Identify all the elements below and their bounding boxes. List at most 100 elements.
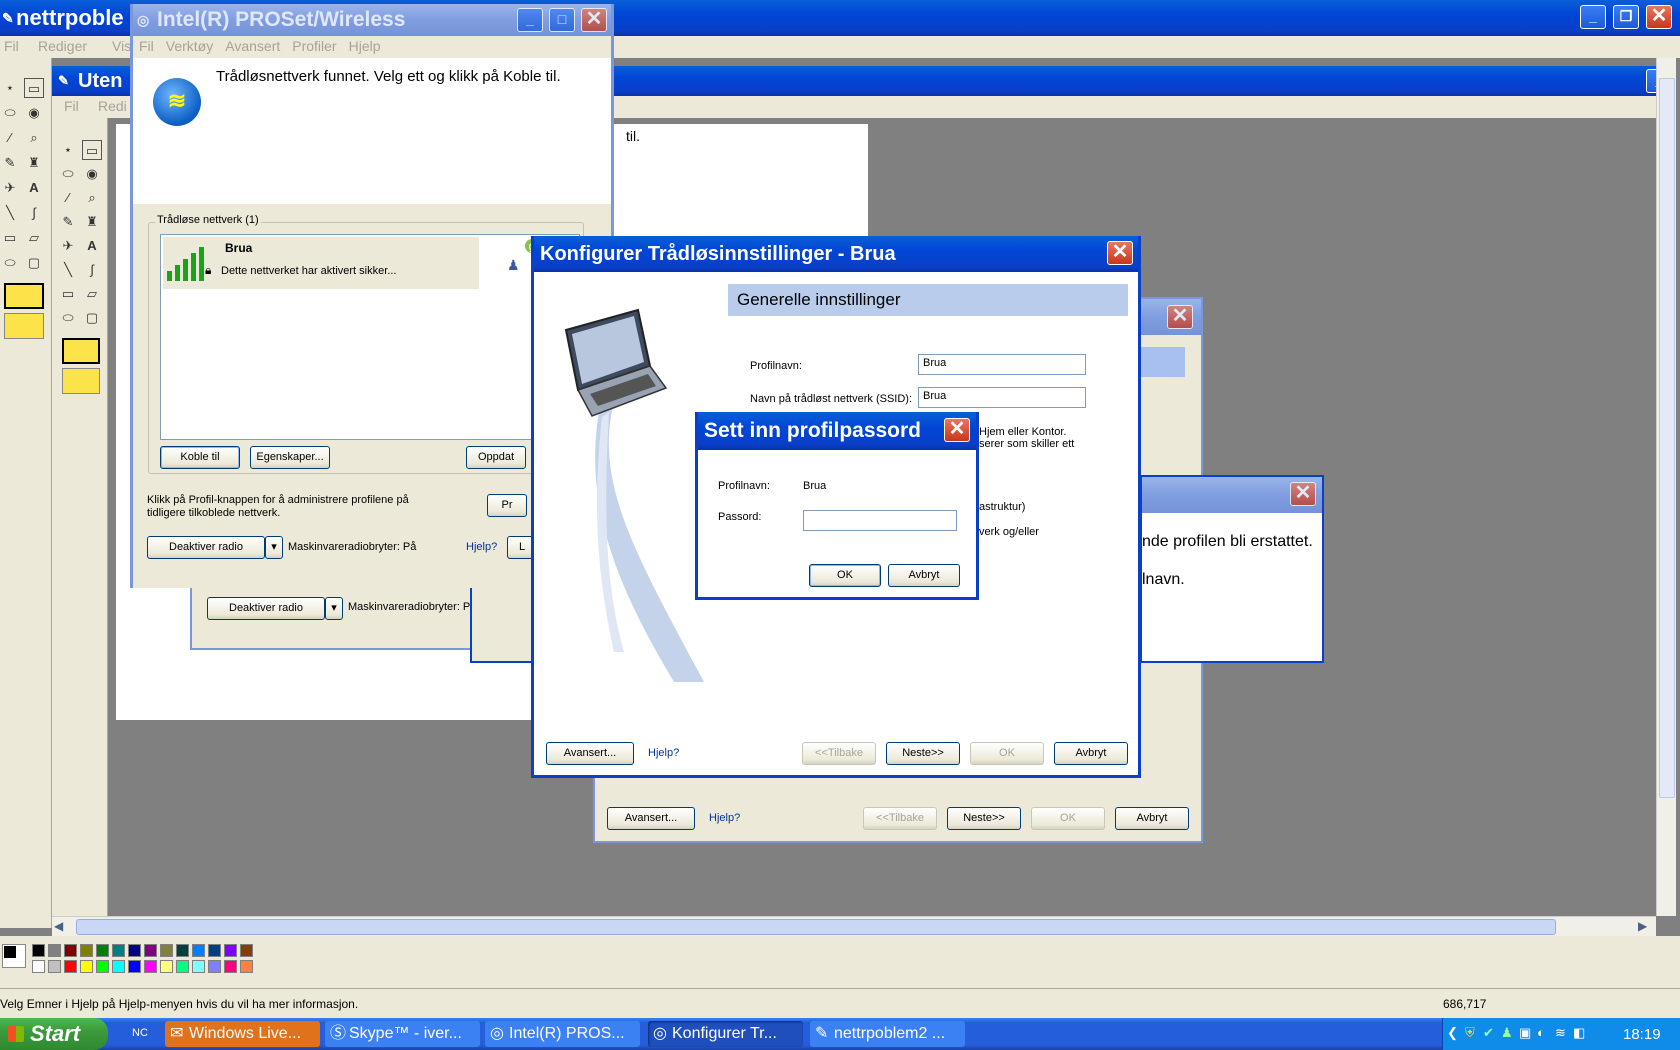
proset-close-button[interactable]: ✕: [581, 8, 607, 32]
behind-radio-button[interactable]: Deaktiver radio: [207, 597, 325, 620]
proset-maximize-button[interactable]: □: [549, 8, 575, 32]
free-select-icon[interactable]: ⋆: [58, 140, 78, 160]
rectangle-icon[interactable]: ▭: [58, 284, 78, 304]
disable-radio-dropdown[interactable]: ▾: [265, 536, 283, 559]
nc-tray[interactable]: NC: [132, 1027, 148, 1039]
config2-cancel-button[interactable]: Avbryt: [1115, 807, 1189, 830]
ssid-input[interactable]: Brua: [918, 387, 1086, 408]
config-next-button[interactable]: Neste>>: [886, 742, 960, 765]
profiles-button[interactable]: Pr: [487, 494, 527, 517]
palette-swatch[interactable]: [224, 944, 237, 957]
palette-swatch[interactable]: [176, 944, 189, 957]
palette-swatch[interactable]: [80, 944, 93, 957]
vertical-scrollbar[interactable]: [1656, 58, 1676, 916]
message-titlebar[interactable]: ✕: [1142, 477, 1322, 513]
tray-messenger-icon[interactable]: ♟: [1501, 1025, 1513, 1041]
tray-wifi-icon[interactable]: ≋: [1555, 1025, 1566, 1041]
transparency-clear-icon[interactable]: [4, 313, 44, 339]
config-cancel-button[interactable]: Avbryt: [1054, 742, 1128, 765]
password-close-button[interactable]: ✕: [944, 418, 970, 442]
proset-minimize-button[interactable]: _: [517, 8, 543, 32]
palette-swatch[interactable]: [96, 944, 109, 957]
proset-menu-avansert[interactable]: Avansert: [219, 36, 286, 56]
rectangle-icon[interactable]: ▭: [0, 228, 20, 248]
paint2-minimize-button[interactable]: _: [1646, 69, 1656, 93]
paint2-menu-rediger[interactable]: Redi: [98, 98, 127, 114]
profile-name-input[interactable]: Brua: [918, 354, 1086, 375]
scroll-thumb-v[interactable]: [1659, 78, 1675, 798]
line-icon[interactable]: ╲: [58, 260, 78, 280]
config2-ok-button[interactable]: OK: [1031, 807, 1105, 830]
paint2-menu-fil[interactable]: Fil: [64, 98, 79, 114]
task-windows-live[interactable]: ✉ Windows Live...: [165, 1021, 320, 1047]
ellipse-icon[interactable]: ⬭: [0, 253, 20, 273]
config-advanced-button[interactable]: Avansert...: [546, 742, 634, 765]
palette-swatch[interactable]: [128, 944, 141, 957]
curve-icon[interactable]: ∫: [82, 260, 102, 280]
palette-swatch[interactable]: [144, 960, 157, 973]
proset-menu-profiler[interactable]: Profiler: [286, 36, 342, 56]
rounded-rect-icon[interactable]: ▢: [82, 308, 102, 328]
task-konfigurer[interactable]: ◎ Konfigurer Tr...: [648, 1021, 803, 1047]
config2-advanced-button[interactable]: Avansert...: [607, 807, 695, 830]
scroll-left-icon[interactable]: ◀: [54, 919, 63, 933]
palette-swatch[interactable]: [112, 960, 125, 973]
config2-next-button[interactable]: Neste>>: [947, 807, 1021, 830]
menu-vis[interactable]: Vis: [112, 38, 131, 54]
proset-menu-hjelp[interactable]: Hjelp: [343, 36, 387, 56]
magnifier-icon[interactable]: ⌕: [82, 188, 102, 208]
transparency-opaque-icon[interactable]: [62, 338, 100, 364]
palette-swatch[interactable]: [64, 960, 77, 973]
pencil-icon[interactable]: ✎: [0, 153, 20, 173]
palette-swatch[interactable]: [144, 944, 157, 957]
palette-swatch[interactable]: [48, 960, 61, 973]
picker-icon[interactable]: ⁄: [58, 188, 78, 208]
fill-icon[interactable]: ◉: [24, 103, 44, 123]
menu-fil[interactable]: Fil: [4, 38, 19, 54]
text-icon[interactable]: A: [24, 178, 44, 198]
config2-close-button[interactable]: ✕: [1167, 305, 1193, 329]
picker-icon[interactable]: ⁄: [0, 128, 20, 148]
connect-button[interactable]: Koble til: [160, 446, 240, 469]
curve-icon[interactable]: ∫: [24, 203, 44, 223]
palette-swatch[interactable]: [208, 944, 221, 957]
config-back-button[interactable]: <<Tilbake: [802, 742, 876, 765]
config-close-button[interactable]: ✕: [1107, 241, 1133, 265]
transparency-opaque-icon[interactable]: [4, 283, 44, 309]
tray-speed-icon[interactable]: ◐: [1537, 1025, 1545, 1040]
palette-swatch[interactable]: [208, 960, 221, 973]
config-ok-button[interactable]: OK: [970, 742, 1044, 765]
tray-security-icon[interactable]: ✔: [1483, 1025, 1494, 1041]
palette-swatch[interactable]: [192, 944, 205, 957]
magnifier-icon[interactable]: ⌕: [24, 128, 44, 148]
task-paint[interactable]: ✎ nettrpoblem2 ...: [810, 1021, 965, 1047]
scroll-thumb-h[interactable]: [76, 919, 1556, 935]
minimize-button[interactable]: _: [1580, 5, 1606, 29]
tray-shield-icon[interactable]: ⛨: [1465, 1025, 1475, 1041]
task-proset[interactable]: ◎ Intel(R) PROS...: [485, 1021, 640, 1047]
palette-swatch[interactable]: [224, 960, 237, 973]
polygon-icon[interactable]: ⏥: [24, 228, 44, 248]
palette-swatch[interactable]: [160, 944, 173, 957]
palette-swatch[interactable]: [192, 960, 205, 973]
palette-swatch[interactable]: [64, 944, 77, 957]
refresh-button[interactable]: Oppdat: [466, 446, 526, 469]
config-titlebar[interactable]: Konfigurer Trådløsinnstillinger - Brua ✕: [534, 236, 1138, 272]
airbrush-icon[interactable]: ✈: [58, 236, 78, 256]
palette-swatch[interactable]: [112, 944, 125, 957]
proset-titlebar[interactable]: ◎ Intel(R) PROSet/Wireless _ □ ✕: [133, 4, 611, 36]
tray-clock[interactable]: 18:19: [1623, 1026, 1661, 1043]
palette-swatch[interactable]: [96, 960, 109, 973]
brush-icon[interactable]: ♜: [82, 212, 102, 232]
fill-icon[interactable]: ◉: [82, 164, 102, 184]
palette-swatch[interactable]: [48, 944, 61, 957]
transparency-clear-icon[interactable]: [62, 368, 100, 394]
password-titlebar[interactable]: Sett inn profilpassord ✕: [698, 412, 976, 450]
tray-volume-icon[interactable]: ◧: [1573, 1025, 1585, 1041]
password-input[interactable]: [803, 510, 957, 531]
text-icon[interactable]: A: [82, 236, 102, 256]
config2-help-link[interactable]: Hjelp?: [709, 812, 740, 824]
palette-swatch[interactable]: [32, 944, 45, 957]
config-help-link[interactable]: Hjelp?: [648, 747, 679, 759]
pwd-ok-button[interactable]: OK: [809, 564, 881, 587]
